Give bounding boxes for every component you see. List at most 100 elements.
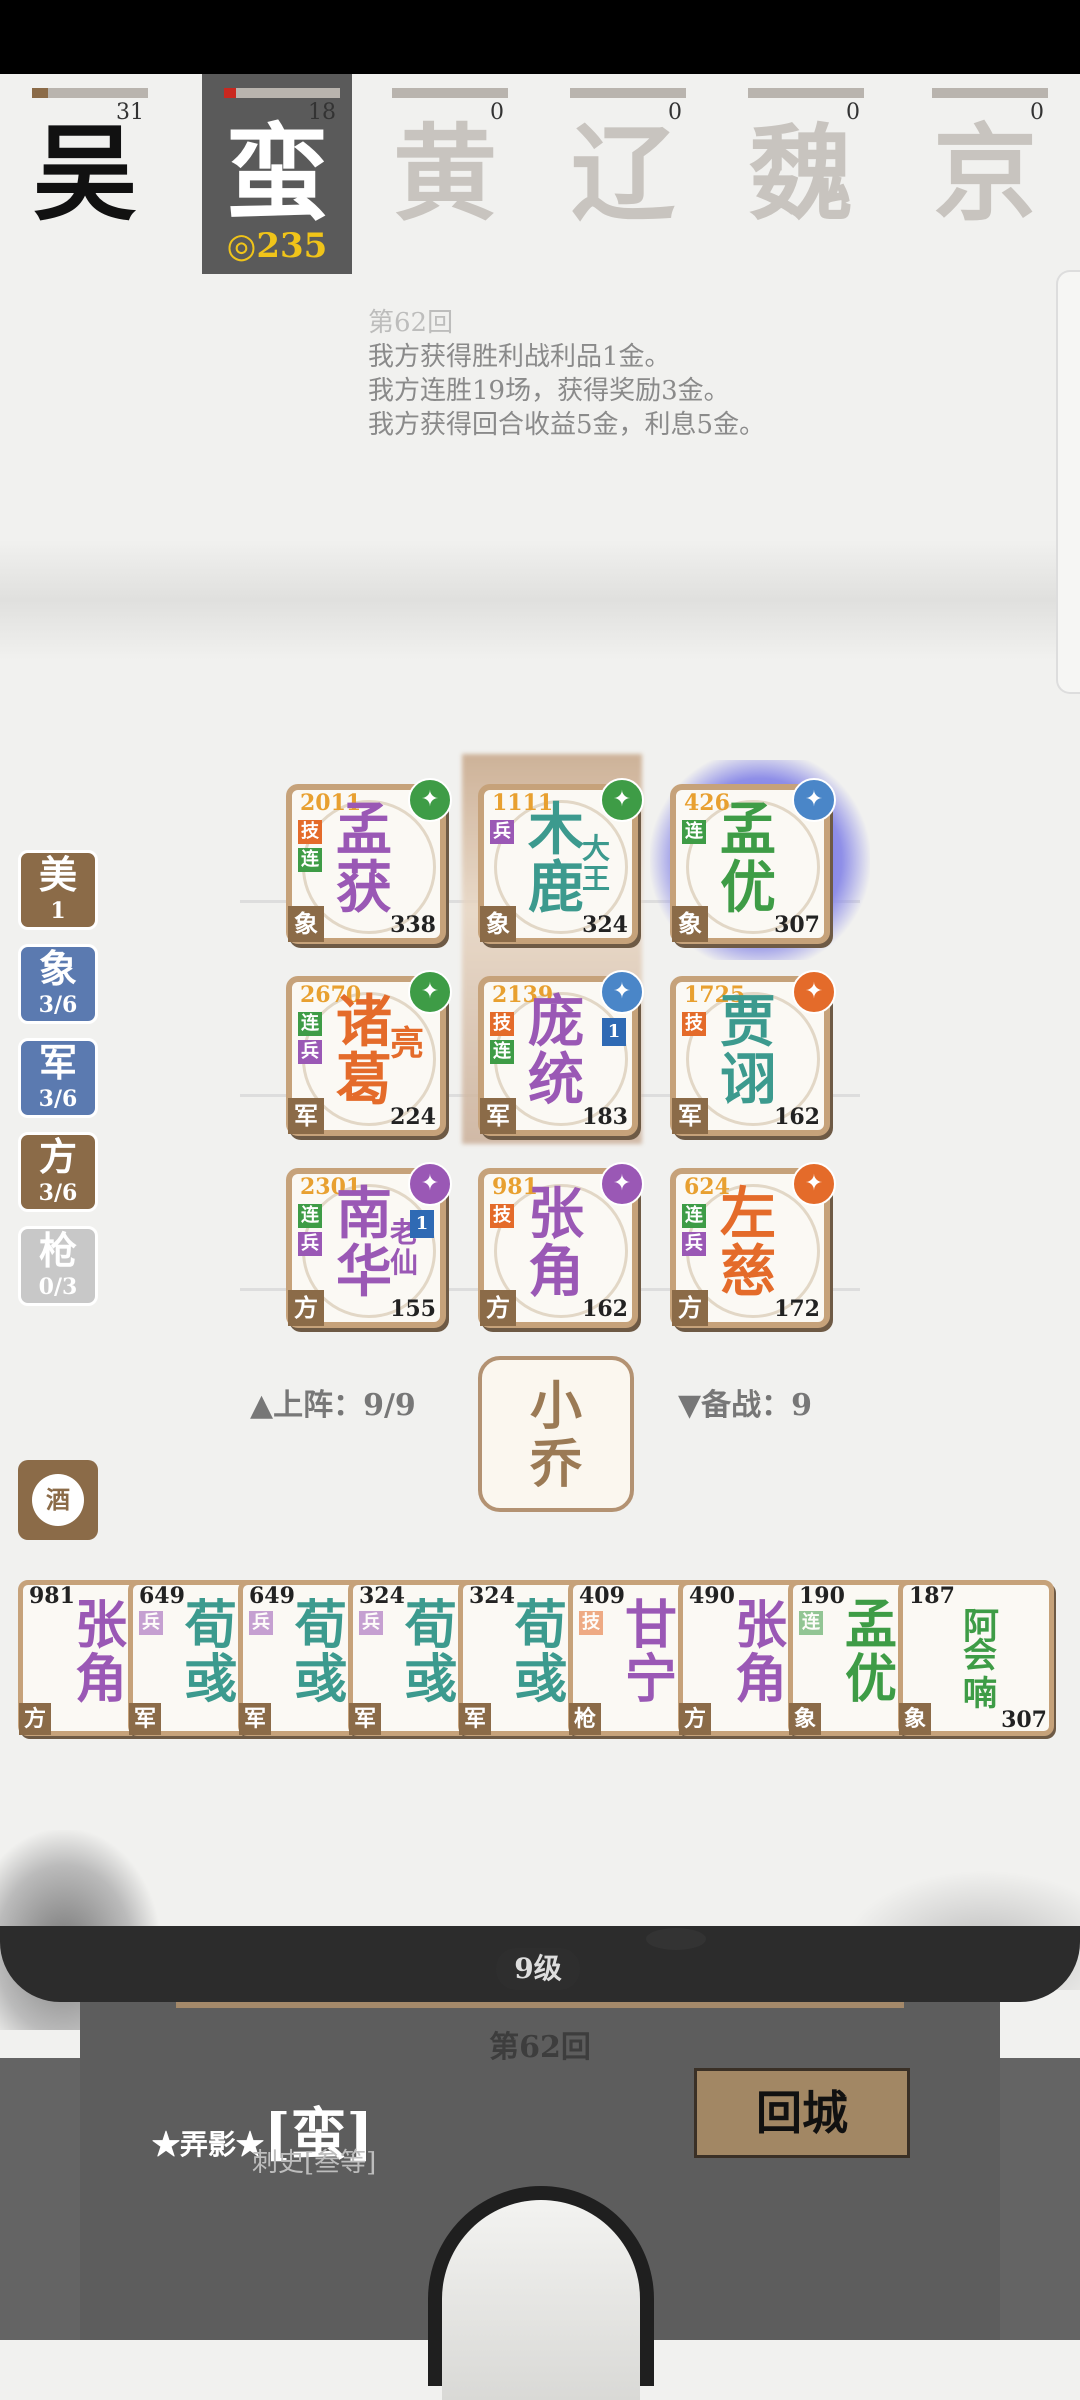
skill-tag: 连 xyxy=(298,1204,322,1228)
unit-name-1: 左 xyxy=(720,1181,776,1247)
log-line: 我方获得回合收益5金，利息5金。 xyxy=(368,410,766,440)
skill-tag: 兵 xyxy=(249,1611,273,1635)
synergy-count: 3/6 xyxy=(38,1086,78,1112)
unit-tile[interactable]: 624 连兵左慈 172 方 ✦ xyxy=(670,1162,836,1328)
mist-decoration xyxy=(0,540,1080,660)
unit-power: 981 xyxy=(29,1583,75,1609)
faction-tab[interactable]: 0京 xyxy=(910,74,1060,274)
unit-tile[interactable]: 981 技张角 162 方 ✦ xyxy=(478,1162,644,1328)
unit-tile[interactable]: 2011 技连孟获 338 象 ✦ xyxy=(286,778,452,944)
faction-name: 黄 xyxy=(392,112,497,235)
unit-level: 338 xyxy=(390,912,436,938)
skill-tag: 兵 xyxy=(682,1232,706,1256)
unit-tile[interactable]: 1725 技贾诩 162 军 ✦ xyxy=(670,970,836,1136)
unit-name-2: 彧 xyxy=(295,1649,348,1710)
unit-name-1: 荀 xyxy=(295,1595,348,1656)
unit-name-2: 优 xyxy=(720,855,776,921)
unit-title: 亮 xyxy=(390,1024,424,1064)
synergy-badge[interactable]: 象 3/6 xyxy=(18,944,98,1024)
skill-tag: 连 xyxy=(298,848,322,872)
unit-name-1: 诸 xyxy=(336,989,392,1055)
unit-tile[interactable]: 426 连孟优 307 象 ✦ xyxy=(670,778,836,944)
divider xyxy=(176,2002,904,2008)
gold-value: 235 xyxy=(256,226,328,266)
unit-power: 187 xyxy=(909,1583,955,1609)
faction-tab[interactable]: 0黄 xyxy=(370,74,520,274)
unit-class: 象 xyxy=(480,906,516,942)
unit-tile[interactable]: 2139 技连庞统 1 183 军 ✦ xyxy=(478,970,644,1136)
skill-tag: 兵 xyxy=(298,1040,322,1064)
round-label: 第62回 xyxy=(489,2030,591,2065)
unit-level: 224 xyxy=(390,1104,436,1130)
unit-tile[interactable]: 2301 连兵南华老仙 1 155 方 ✦ xyxy=(286,1162,452,1328)
synergy-name: 方 xyxy=(38,1134,77,1179)
weapon-icon: ✦ xyxy=(792,778,836,822)
unit-class: 军 xyxy=(349,1703,381,1735)
unit-name-1: 庞 xyxy=(528,989,584,1055)
synergy-count: 1 xyxy=(50,898,66,924)
unit-name-1: 荀 xyxy=(405,1595,458,1656)
unit-name-2: 葛 xyxy=(336,1047,392,1113)
skill-tag: 连 xyxy=(799,1611,823,1635)
skill-tag: 兵 xyxy=(490,820,514,844)
unit-name-2: 诩 xyxy=(720,1047,776,1113)
bench-unit[interactable]: 187 阿会喃象 307 xyxy=(898,1580,1054,1736)
faction-name: 辽 xyxy=(570,112,675,235)
unit-level: 162 xyxy=(774,1104,820,1130)
unit-class: 军 xyxy=(129,1703,161,1735)
synergy-count: 0/3 xyxy=(38,1274,78,1300)
unit-class: 象 xyxy=(672,906,708,942)
unit-name-1: 贾 xyxy=(720,989,776,1055)
unit-class: 方 xyxy=(288,1290,324,1326)
synergy-badge[interactable]: 美1 xyxy=(18,850,98,930)
unit-tile[interactable]: 2670 连兵诸葛亮 224 军 ✦ xyxy=(286,970,452,1136)
unit-name-2: 会喃 xyxy=(963,1636,997,1714)
player-rank: 刺史[叁等] xyxy=(252,2148,377,2178)
skill-tag: 兵 xyxy=(298,1232,322,1256)
skill-tag: 技 xyxy=(579,1611,603,1635)
skill-tag: 连 xyxy=(682,820,706,844)
unit-name-2: 彧 xyxy=(405,1649,458,1710)
unit-class: 象 xyxy=(899,1703,931,1735)
unit-name-2: 慈 xyxy=(720,1239,776,1305)
unit-name-1: 张 xyxy=(735,1595,788,1656)
unit-name-1: 荀 xyxy=(515,1595,568,1656)
log-line: 我方获得胜利战利品1金。 xyxy=(368,342,671,372)
unit-name-2: 华 xyxy=(336,1239,392,1305)
unit-class: 枪 xyxy=(569,1703,601,1735)
nickname: ★弄影★ xyxy=(152,2128,265,2161)
weapon-icon: ✦ xyxy=(600,970,644,1014)
status-bar xyxy=(0,0,1080,74)
synergy-badge[interactable]: 方 3/6 xyxy=(18,1132,98,1212)
faction-tab[interactable]: 0魏 xyxy=(726,74,876,274)
faction-tab[interactable]: 18 蛮 ◎235 xyxy=(202,74,352,274)
return-city-button[interactable]: 回城 xyxy=(694,2068,910,2158)
unit-power: 324 xyxy=(359,1583,405,1609)
skill-tag: 技 xyxy=(490,1012,514,1036)
unit-level: 307 xyxy=(774,912,820,938)
synergy-count: 3/6 xyxy=(38,992,78,1018)
faction-tab[interactable]: 0辽 xyxy=(548,74,698,274)
synergy-badge[interactable]: 军 3/6 xyxy=(18,1038,98,1118)
side-drawer-handle[interactable] xyxy=(1056,270,1080,694)
unit-level: 155 xyxy=(390,1296,436,1322)
synergy-badge[interactable]: 枪 0/3 xyxy=(18,1226,98,1306)
hero-card[interactable]: 小 乔 xyxy=(478,1356,634,1512)
unit-power: 649 xyxy=(139,1583,185,1609)
unit-class: 方 xyxy=(480,1290,516,1326)
unit-name-2: 角 xyxy=(528,1239,584,1305)
faction-tab[interactable]: 31 吴 xyxy=(10,74,160,274)
unit-class: 军 xyxy=(288,1098,324,1134)
unit-name-2: 角 xyxy=(75,1649,128,1710)
weapon-icon: ✦ xyxy=(600,1162,644,1206)
unit-class: 军 xyxy=(459,1703,491,1735)
unit-name-1: 孟 xyxy=(845,1595,898,1656)
unit-title: 大王 xyxy=(582,832,611,895)
unit-power: 324 xyxy=(469,1583,515,1609)
wine-button[interactable]: 酒 xyxy=(18,1460,98,1540)
unit-level: 162 xyxy=(582,1296,628,1322)
skill-tag: 连 xyxy=(298,1012,322,1036)
unit-class: 军 xyxy=(672,1098,708,1134)
unit-tile[interactable]: 1111 兵木鹿大王 324 象 ✦ xyxy=(478,778,644,944)
unit-name-1: 孟 xyxy=(720,797,776,863)
